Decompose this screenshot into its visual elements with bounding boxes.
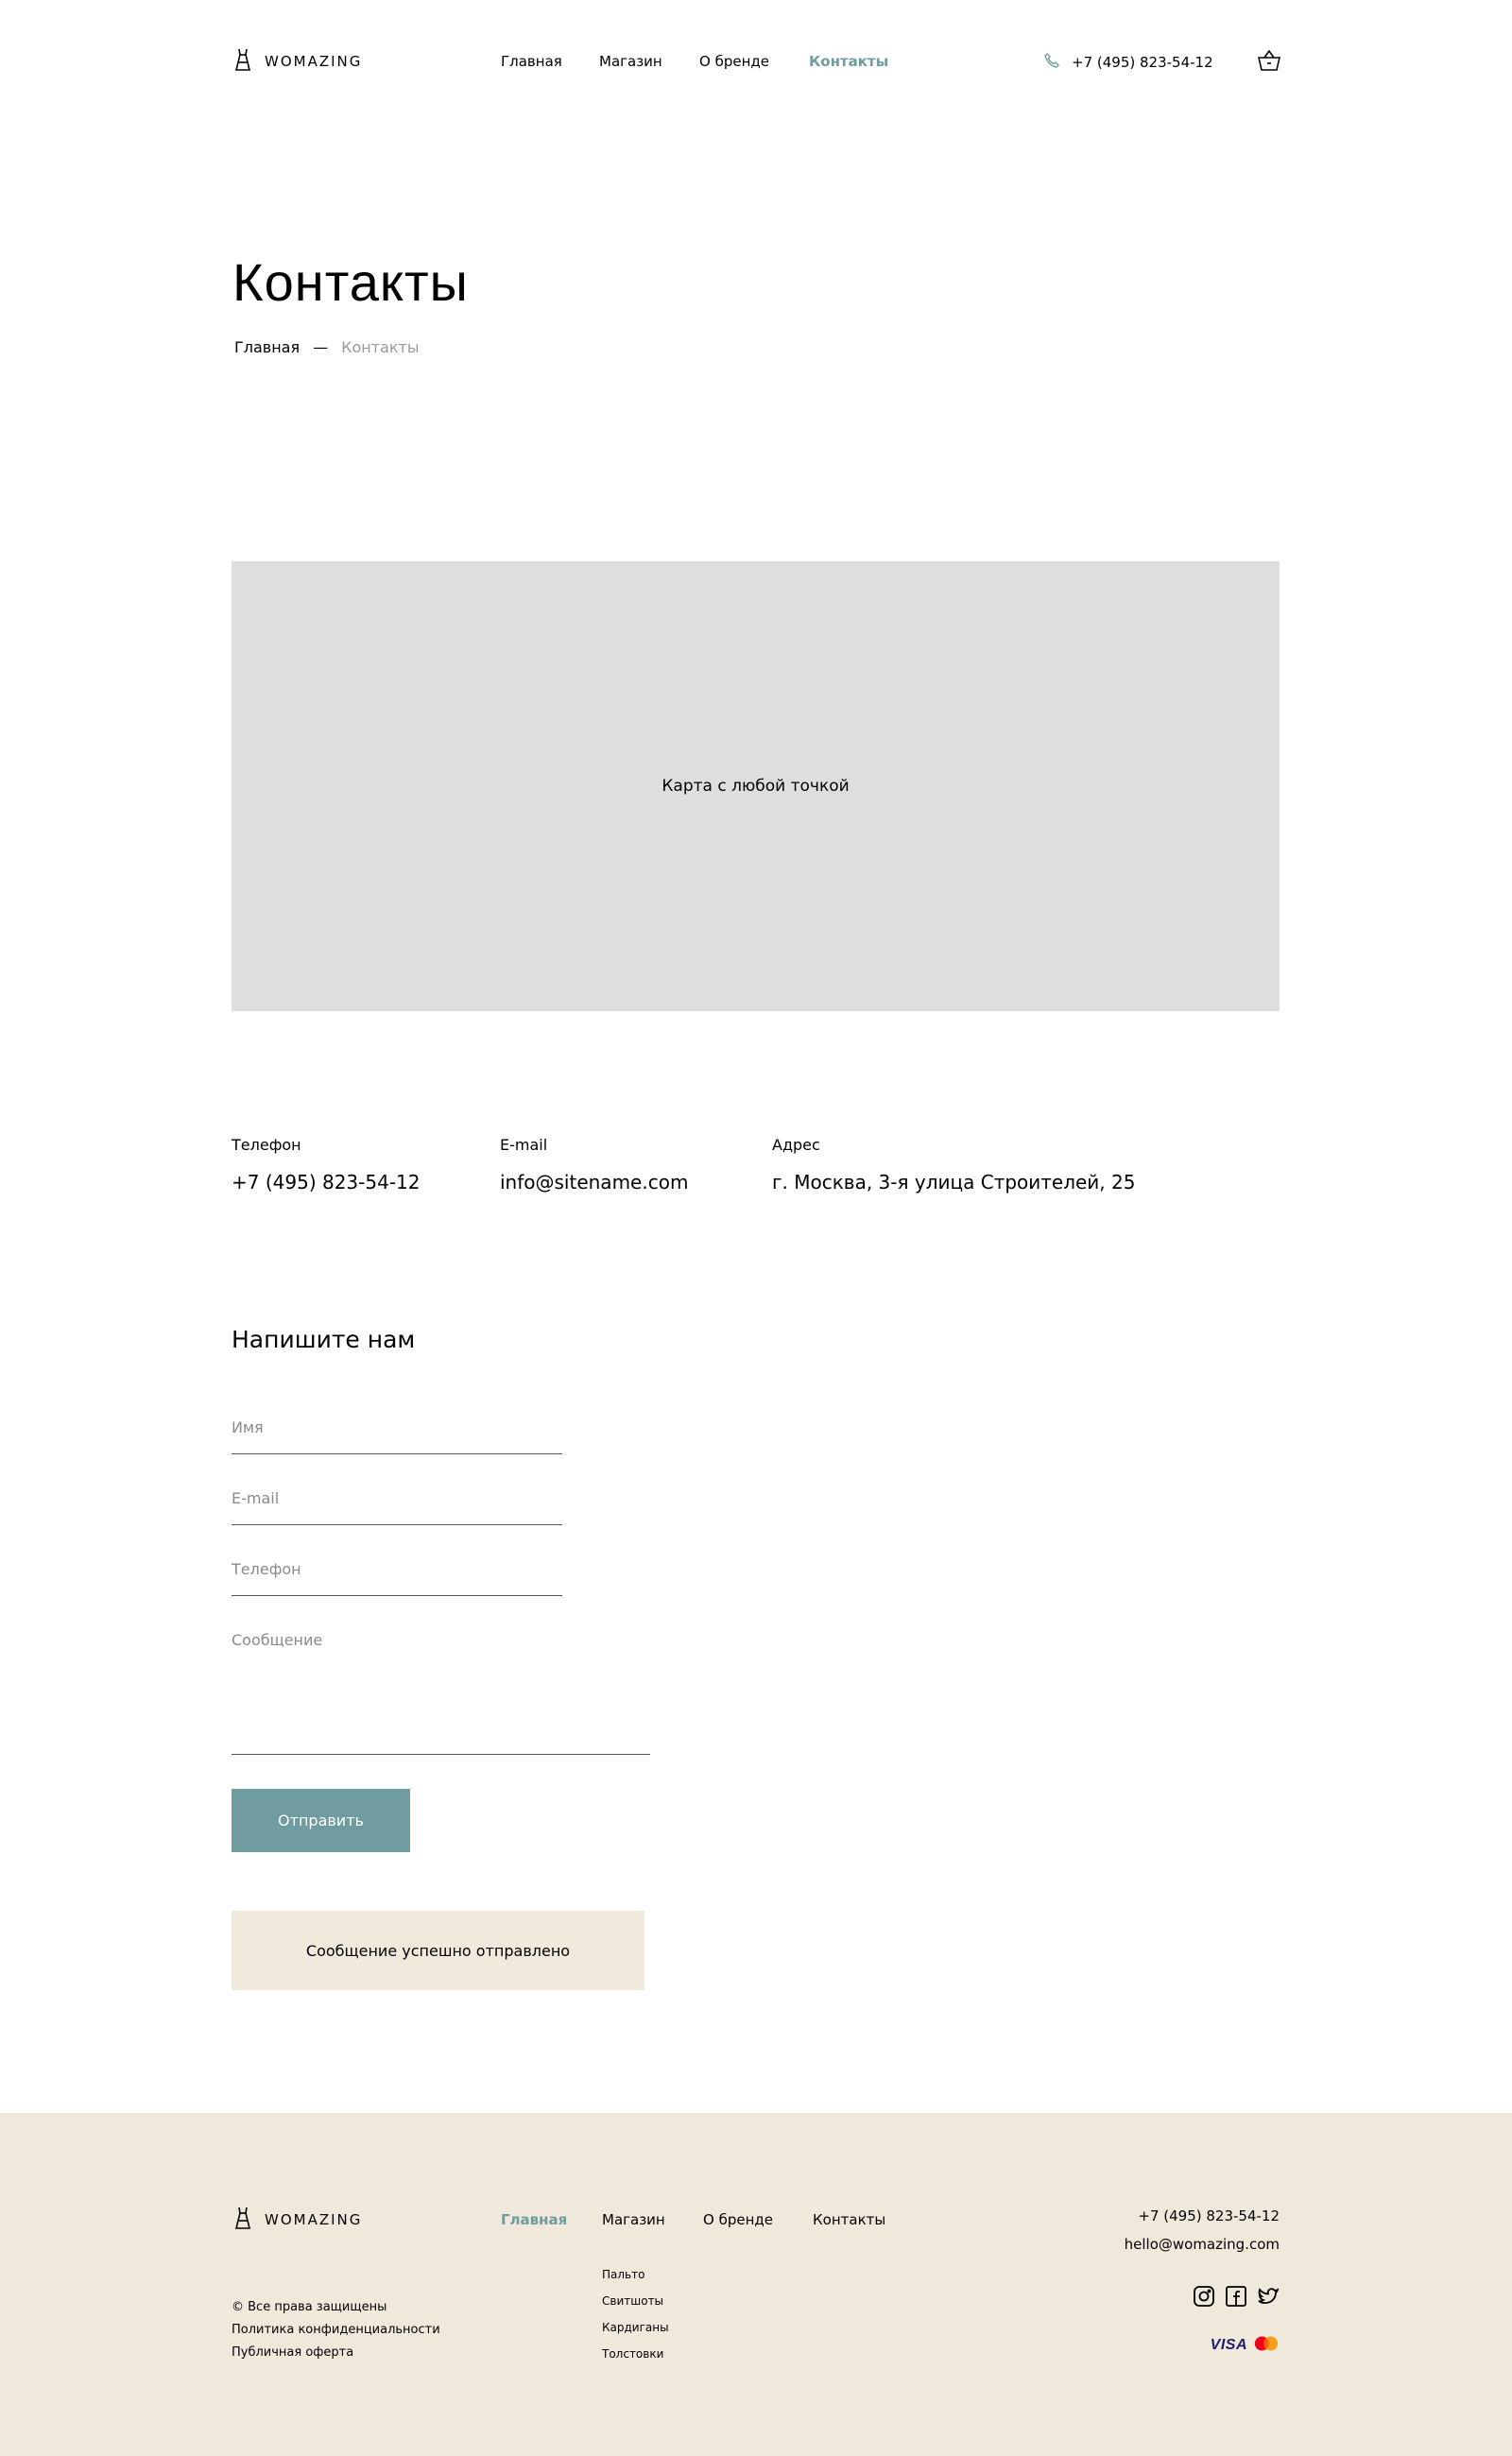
payment-methods: VISA <box>1211 2334 1280 2357</box>
page-title: Контакты <box>232 252 469 312</box>
submit-button[interactable]: Отправить <box>232 1789 410 1852</box>
name-field[interactable] <box>232 1418 562 1454</box>
nav-item-home[interactable]: Главная <box>501 53 562 70</box>
breadcrumb-home[interactable]: Главная <box>234 338 300 356</box>
shopping-basket-icon <box>1257 49 1281 77</box>
contact-email-block: E-mail info@sitename.com <box>500 1136 688 1194</box>
dress-logo-icon <box>232 47 253 76</box>
twitter-icon[interactable] <box>1257 2285 1280 2308</box>
success-message-text: Сообщение успешно отправлено <box>305 1941 571 1960</box>
footer-phone[interactable]: +7 (495) 823-54-12 <box>1125 2202 1280 2230</box>
success-message: Сообщение успешно отправлено <box>232 1911 644 1990</box>
phone-field[interactable] <box>232 1560 562 1596</box>
map-label: Карта с любой точкой <box>662 777 850 796</box>
name-input[interactable] <box>232 1418 562 1436</box>
email-field[interactable] <box>232 1489 562 1525</box>
instagram-icon[interactable] <box>1193 2285 1215 2308</box>
contact-address-block: Адрес г. Москва, 3-я улица Строителей, 2… <box>772 1136 1135 1194</box>
public-offer-link[interactable]: Публичная оферта <box>232 2342 440 2364</box>
privacy-policy-link[interactable]: Политика конфиденциальности <box>232 2319 440 2342</box>
message-textarea[interactable] <box>232 1631 650 1703</box>
footer-category-link[interactable]: Кардиганы <box>602 2321 669 2334</box>
footer-email[interactable]: hello@womazing.com <box>1125 2230 1280 2258</box>
footer-nav-shop[interactable]: Магазин <box>602 2211 665 2228</box>
phone-input[interactable] <box>232 1560 562 1578</box>
footer-category-link[interactable]: Толстовки <box>602 2347 663 2361</box>
form-title: Напишите нам <box>232 1326 416 1353</box>
footer-nav-contacts[interactable]: Контакты <box>813 2211 885 2228</box>
copyright-text: © Все права защищены <box>232 2300 387 2314</box>
footer-nav-home[interactable]: Главная <box>501 2211 567 2228</box>
nav-item-contacts[interactable]: Контакты <box>809 53 888 70</box>
brand-name: WOMAZING <box>265 53 363 70</box>
contact-phone-value[interactable]: +7 (495) 823-54-12 <box>232 1171 420 1194</box>
footer: WOMAZING Главная Магазин О бренде Контак… <box>0 2113 1512 2456</box>
cart-button[interactable] <box>1257 48 1281 77</box>
footer-nav-about[interactable]: О бренде <box>703 2211 773 2228</box>
visa-icon: VISA <box>1210 2337 1247 2353</box>
footer-brand-name: WOMAZING <box>265 2211 363 2228</box>
contact-address-label: Адрес <box>772 1136 820 1154</box>
contact-email-value[interactable]: info@sitename.com <box>500 1171 688 1194</box>
footer-logo[interactable]: WOMAZING <box>232 2206 362 2234</box>
header-logo[interactable]: WOMAZING <box>232 47 362 76</box>
header-phone-number: +7 (495) 823-54-12 <box>1072 54 1213 71</box>
nav-item-shop[interactable]: Магазин <box>599 53 662 70</box>
footer-contacts: +7 (495) 823-54-12 hello@womazing.com <box>1125 2202 1280 2258</box>
breadcrumb: Главная — Контакты <box>234 338 419 356</box>
map-placeholder[interactable]: Карта с любой точкой <box>232 561 1280 1011</box>
message-field[interactable] <box>232 1631 650 1755</box>
breadcrumb-current: Контакты <box>341 338 420 356</box>
social-links <box>1193 2285 1280 2308</box>
facebook-icon[interactable] <box>1225 2285 1247 2308</box>
header-phone[interactable]: +7 (495) 823-54-12 <box>1043 52 1213 73</box>
mastercard-icon <box>1253 2334 1280 2357</box>
dress-logo-icon <box>232 2206 253 2234</box>
contact-phone-block: Телефон +7 (495) 823-54-12 <box>232 1136 420 1194</box>
email-input[interactable] <box>232 1489 562 1507</box>
phone-icon <box>1043 52 1060 73</box>
contact-address-value: г. Москва, 3-я улица Строителей, 25 <box>772 1171 1136 1194</box>
nav-item-about[interactable]: О бренде <box>699 53 769 70</box>
breadcrumb-separator: — <box>313 338 329 356</box>
footer-category-link[interactable]: Свитшоты <box>602 2294 663 2308</box>
contact-email-label: E-mail <box>500 1136 548 1154</box>
contact-phone-label: Телефон <box>232 1136 301 1154</box>
footer-legal: © Все права защищены Политика конфиденци… <box>232 2296 440 2364</box>
footer-category-link[interactable]: Пальто <box>602 2268 644 2281</box>
